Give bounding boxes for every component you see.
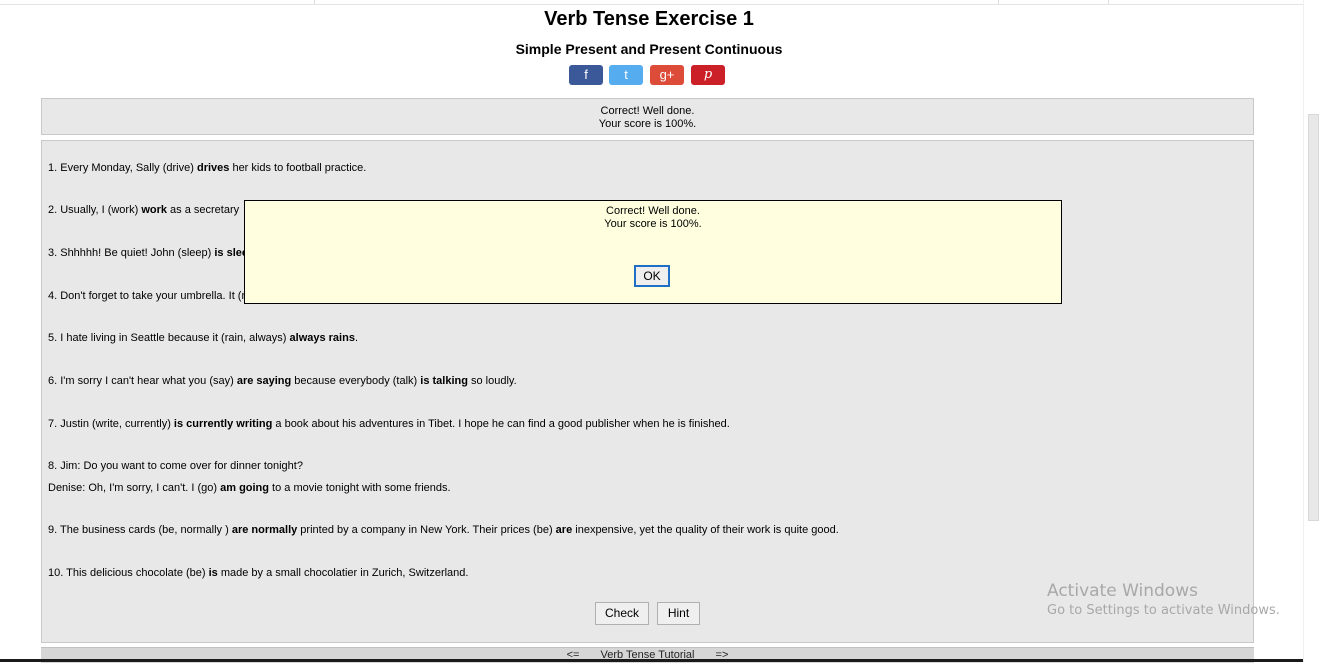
answer-field[interactable]: are saying	[237, 375, 291, 387]
question-text: 1. Every Monday, Sally (drive)	[48, 162, 197, 174]
question-7: 7. Justin (write, currently) is currentl…	[48, 418, 730, 430]
question-text: 3. Shhhhh! Be quiet! John (sleep)	[48, 247, 215, 259]
question-text: 4. Don't forget to take your umbrella. I…	[48, 290, 252, 302]
question-text: 9. The business cards (be, normally )	[48, 524, 232, 536]
answer-field[interactable]: is slee	[214, 247, 248, 259]
top-border	[0, 0, 1328, 5]
answer-field[interactable]: always rains	[290, 332, 355, 344]
score-line-2: Your score is 100%.	[598, 118, 697, 130]
question-text: because everybody (talk)	[291, 375, 421, 387]
question-text: 10. This delicious chocolate (be)	[48, 567, 209, 579]
top-segment	[998, 0, 999, 4]
answer-field[interactable]: are	[556, 524, 573, 536]
question-text: 6. I'm sorry I can't hear what you (say)	[48, 375, 237, 387]
question-text: .	[354, 332, 359, 344]
question-2: 2. Usually, I (work) work as a secretary	[48, 204, 239, 216]
question-8: 8. Jim: Do you want to come over for din…	[48, 460, 303, 472]
question-text: made by a small chocolatier in Zurich, S…	[217, 567, 469, 579]
pinterest-share-button[interactable]: p	[691, 65, 725, 85]
question-1: 1. Every Monday, Sally (drive) drives he…	[48, 162, 366, 174]
question-text: printed by a company in New York. Their …	[297, 524, 556, 536]
answer-field[interactable]: are normally	[232, 524, 297, 536]
question-6: 6. I'm sorry I can't hear what you (say)…	[48, 375, 517, 387]
score-line-1: Correct! Well done.	[600, 105, 695, 117]
scrollbar-thumb[interactable]	[1308, 114, 1319, 521]
facebook-share-button[interactable]: f	[569, 65, 603, 85]
page-subtitle: Simple Present and Present Continuous	[515, 41, 783, 57]
watermark-subtitle: Go to Settings to activate Windows.	[1047, 603, 1280, 618]
hint-button[interactable]: Hint	[657, 602, 700, 625]
question-text: her kids to football practice.	[229, 162, 367, 174]
question-text: a book about his adventures in Tibet. I …	[272, 418, 730, 430]
check-button[interactable]: Check	[595, 602, 649, 625]
answer-field[interactable]: drives	[197, 162, 229, 174]
question-text: 7. Justin (write, currently)	[48, 418, 174, 430]
question-8-reply: Denise: Oh, I'm sorry, I can't. I (go) a…	[48, 482, 451, 494]
top-segment	[314, 0, 315, 4]
question-10: 10. This delicious chocolate (be) is mad…	[48, 567, 468, 579]
result-dialog: Correct! Well done. Your score is 100%. …	[244, 200, 1062, 304]
question-5: 5. I hate living in Seattle because it (…	[48, 332, 358, 344]
question-text: inexpensive, yet the quality of their wo…	[572, 524, 839, 536]
google-plus-share-button[interactable]: g+	[650, 65, 684, 85]
question-text: 8. Jim: Do you want to come over for din…	[48, 460, 303, 472]
question-text: to a movie tonight with some friends.	[269, 482, 451, 494]
answer-field[interactable]: work	[141, 204, 167, 216]
question-9: 9. The business cards (be, normally ) ar…	[48, 524, 839, 536]
vertical-scrollbar[interactable]	[1303, 0, 1328, 662]
question-text: 2. Usually, I (work)	[48, 204, 142, 216]
question-4: 4. Don't forget to take your umbrella. I…	[48, 290, 251, 302]
top-segment	[1108, 0, 1109, 4]
twitter-share-button[interactable]: t	[609, 65, 643, 85]
question-text: so loudly.	[467, 375, 517, 387]
question-text: Denise: Oh, I'm sorry, I can't. I (go)	[48, 482, 221, 494]
question-3: 3. Shhhhh! Be quiet! John (sleep) is sle…	[48, 247, 248, 259]
watermark-title: Activate Windows	[1047, 581, 1198, 601]
activate-windows-watermark: Activate Windows Go to Settings to activ…	[1047, 581, 1280, 618]
question-text: as a secretary	[167, 204, 240, 216]
dialog-line-2: Your score is 100%.	[604, 218, 702, 230]
score-panel: Correct! Well done. Your score is 100%.	[41, 98, 1254, 135]
page-title: Verb Tense Exercise 1	[544, 8, 754, 30]
answer-field[interactable]: is currently writing	[174, 418, 272, 430]
answer-field[interactable]: is	[209, 567, 218, 579]
ok-button[interactable]: OK	[634, 265, 670, 287]
question-text: 5. I hate living in Seattle because it (…	[48, 332, 290, 344]
dialog-line-1: Correct! Well done.	[606, 205, 700, 217]
answer-field[interactable]: is talking	[420, 375, 468, 387]
answer-field[interactable]: am going	[220, 482, 269, 494]
